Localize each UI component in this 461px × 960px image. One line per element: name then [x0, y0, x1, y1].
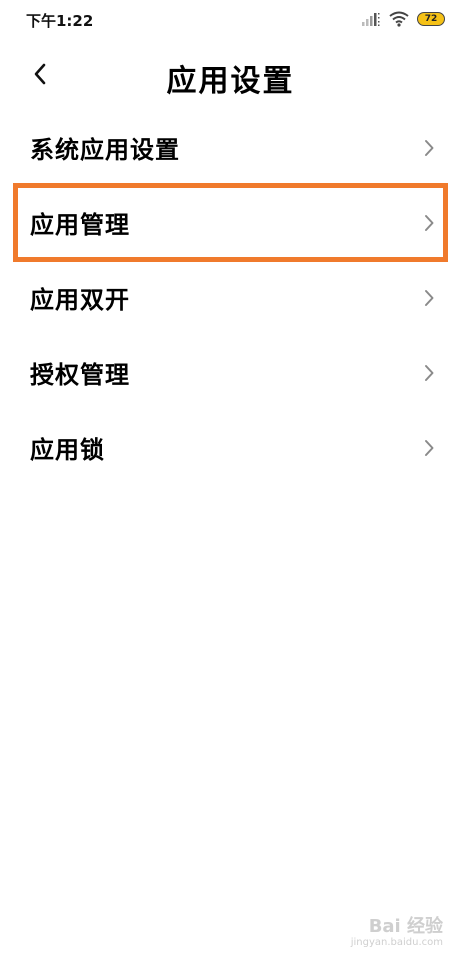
- battery-level: 72: [424, 13, 438, 24]
- chevron-right-icon: [425, 139, 434, 156]
- wifi-icon: [389, 11, 409, 27]
- status-bar: 下午1:22 72: [0, 0, 461, 40]
- menu-item-label: 授权管理: [30, 361, 130, 389]
- page-title: 应用设置: [166, 64, 295, 99]
- menu-item-app-management[interactable]: 应用管理: [13, 183, 448, 262]
- chevron-right-icon: [425, 439, 434, 456]
- chevron-right-icon: [425, 364, 434, 381]
- menu-item-label: 系统应用设置: [30, 136, 180, 164]
- watermark-url: jingyan.baidu.com: [350, 937, 443, 948]
- settings-menu-list: 系统应用设置 应用管理 应用双开 授权管理 应用锁: [0, 110, 461, 485]
- menu-item-dual-apps[interactable]: 应用双开: [0, 260, 461, 335]
- status-icons: 72: [361, 10, 445, 28]
- battery-icon: 72: [417, 12, 445, 26]
- status-time: 下午1:22: [26, 12, 94, 30]
- watermark-brand: Bai 经验: [368, 916, 443, 937]
- app-settings-screen: 下午1:22 72 应用设置 系统应用设置 应用管理 应用双开 授权管理 应用锁…: [0, 0, 461, 960]
- menu-item-system-app-settings[interactable]: 系统应用设置: [0, 110, 461, 185]
- header: 应用设置: [0, 40, 461, 112]
- menu-item-app-lock[interactable]: 应用锁: [0, 410, 461, 485]
- signal-bars-icon: [362, 13, 380, 26]
- baidu-jingyan-watermark: Bai 经验 jingyan.baidu.com: [323, 912, 443, 948]
- chevron-right-icon: [425, 289, 434, 306]
- menu-item-label: 应用双开: [30, 286, 130, 314]
- menu-item-label: 应用管理: [30, 211, 130, 239]
- menu-item-label: 应用锁: [30, 436, 105, 464]
- menu-item-permission-management[interactable]: 授权管理: [0, 335, 461, 410]
- chevron-right-icon: [425, 214, 434, 231]
